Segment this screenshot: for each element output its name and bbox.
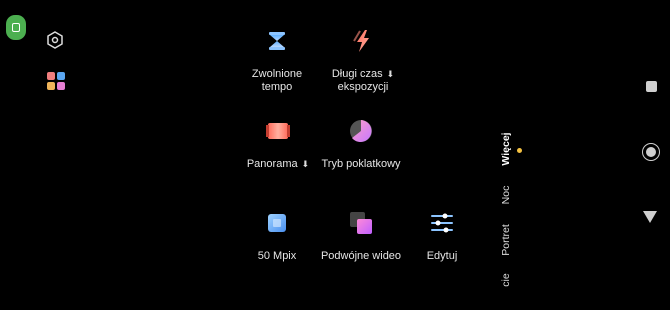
- download-icon: ⬇: [386, 69, 395, 79]
- home-icon: [646, 147, 656, 157]
- hourglass-icon: [269, 32, 285, 50]
- mode-50mp[interactable]: 50 Mpix: [244, 210, 310, 263]
- mode-label: Długi czas ⬇: [331, 68, 395, 80]
- mode-label: 50 Mpix: [257, 250, 297, 262]
- document-icon: [12, 23, 20, 32]
- mode-label: Edytuj: [426, 250, 458, 262]
- download-icon: ⬇: [301, 159, 310, 169]
- timelapse-icon: [350, 120, 372, 142]
- recent-apps-button[interactable]: [646, 81, 657, 92]
- settings-icon[interactable]: [45, 30, 65, 50]
- sliders-icon: [431, 213, 453, 233]
- tab-partial[interactable]: cie: [500, 250, 512, 310]
- mode-dual-video[interactable]: Podwójne wideo: [318, 210, 404, 263]
- mode-timelapse[interactable]: Tryb poklatkowy: [320, 118, 402, 171]
- mode-edit[interactable]: Edytuj: [416, 210, 468, 263]
- dual-video-icon: [350, 212, 372, 234]
- camera-status-badge: [6, 15, 26, 40]
- home-button[interactable]: [642, 143, 660, 161]
- mode-slow-motion[interactable]: Zwolnione tempo: [244, 28, 310, 94]
- high-resolution-icon: [268, 214, 286, 232]
- active-mode-indicator: [517, 148, 522, 153]
- mode-panorama[interactable]: Panorama ⬇: [244, 118, 312, 171]
- mode-label: tempo: [261, 81, 293, 93]
- mode-label: ekspozycji: [337, 81, 389, 93]
- mode-label: Panorama ⬇: [246, 158, 310, 170]
- mode-label: Tryb poklatkowy: [321, 158, 401, 170]
- mode-label: Zwolnione: [251, 68, 303, 80]
- apps-grid-icon[interactable]: [47, 72, 65, 90]
- lightning-icon: [353, 30, 369, 52]
- mode-label: Podwójne wideo: [320, 250, 402, 262]
- back-button[interactable]: [643, 211, 657, 223]
- panorama-icon: [266, 123, 290, 139]
- mode-long-exposure[interactable]: Długi czas ⬇ ekspozycji: [328, 28, 398, 94]
